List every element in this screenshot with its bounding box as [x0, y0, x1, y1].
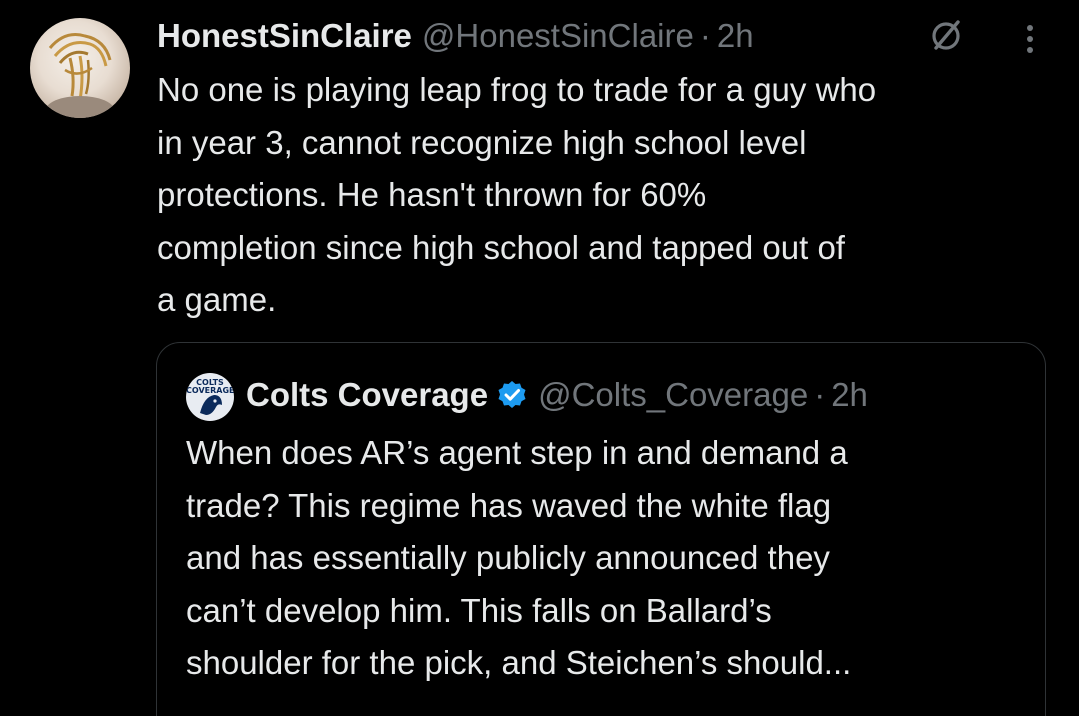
tweet-header: HonestSinClaire @HonestSinClaire · 2h — [157, 12, 754, 60]
quoted-user-handle[interactable]: @Colts_Coverage — [538, 371, 808, 419]
quoted-separator-dot: · — [814, 376, 826, 413]
quoted-display-name[interactable]: Colts Coverage — [246, 371, 488, 419]
avatar[interactable] — [30, 18, 130, 118]
quoted-timestamp[interactable]: 2h — [831, 371, 868, 419]
tweet[interactable]: HonestSinClaire @HonestSinClaire · 2h No… — [0, 0, 1079, 716]
separator-dot: · — [699, 17, 711, 54]
quoted-header: Colts Coverage @Colts_Coverage · 2h — [246, 371, 868, 419]
display-name[interactable]: HonestSinClaire — [157, 12, 412, 60]
grok-slash-icon[interactable] — [928, 18, 964, 54]
quoted-tweet[interactable]: COLTS COVERAGE Colts Coverage @Colts_Cov… — [156, 342, 1046, 716]
verified-badge-icon — [498, 381, 526, 408]
quoted-tweet-text: When does AR’s agent step in and demand … — [186, 434, 852, 681]
tweet-text: No one is playing leap frog to trade for… — [157, 71, 877, 318]
user-handle[interactable]: @HonestSinClaire — [422, 12, 694, 60]
more-vertical-icon[interactable] — [1018, 22, 1042, 58]
timestamp[interactable]: 2h — [717, 12, 754, 60]
quoted-avatar[interactable]: COLTS COVERAGE — [186, 373, 234, 421]
